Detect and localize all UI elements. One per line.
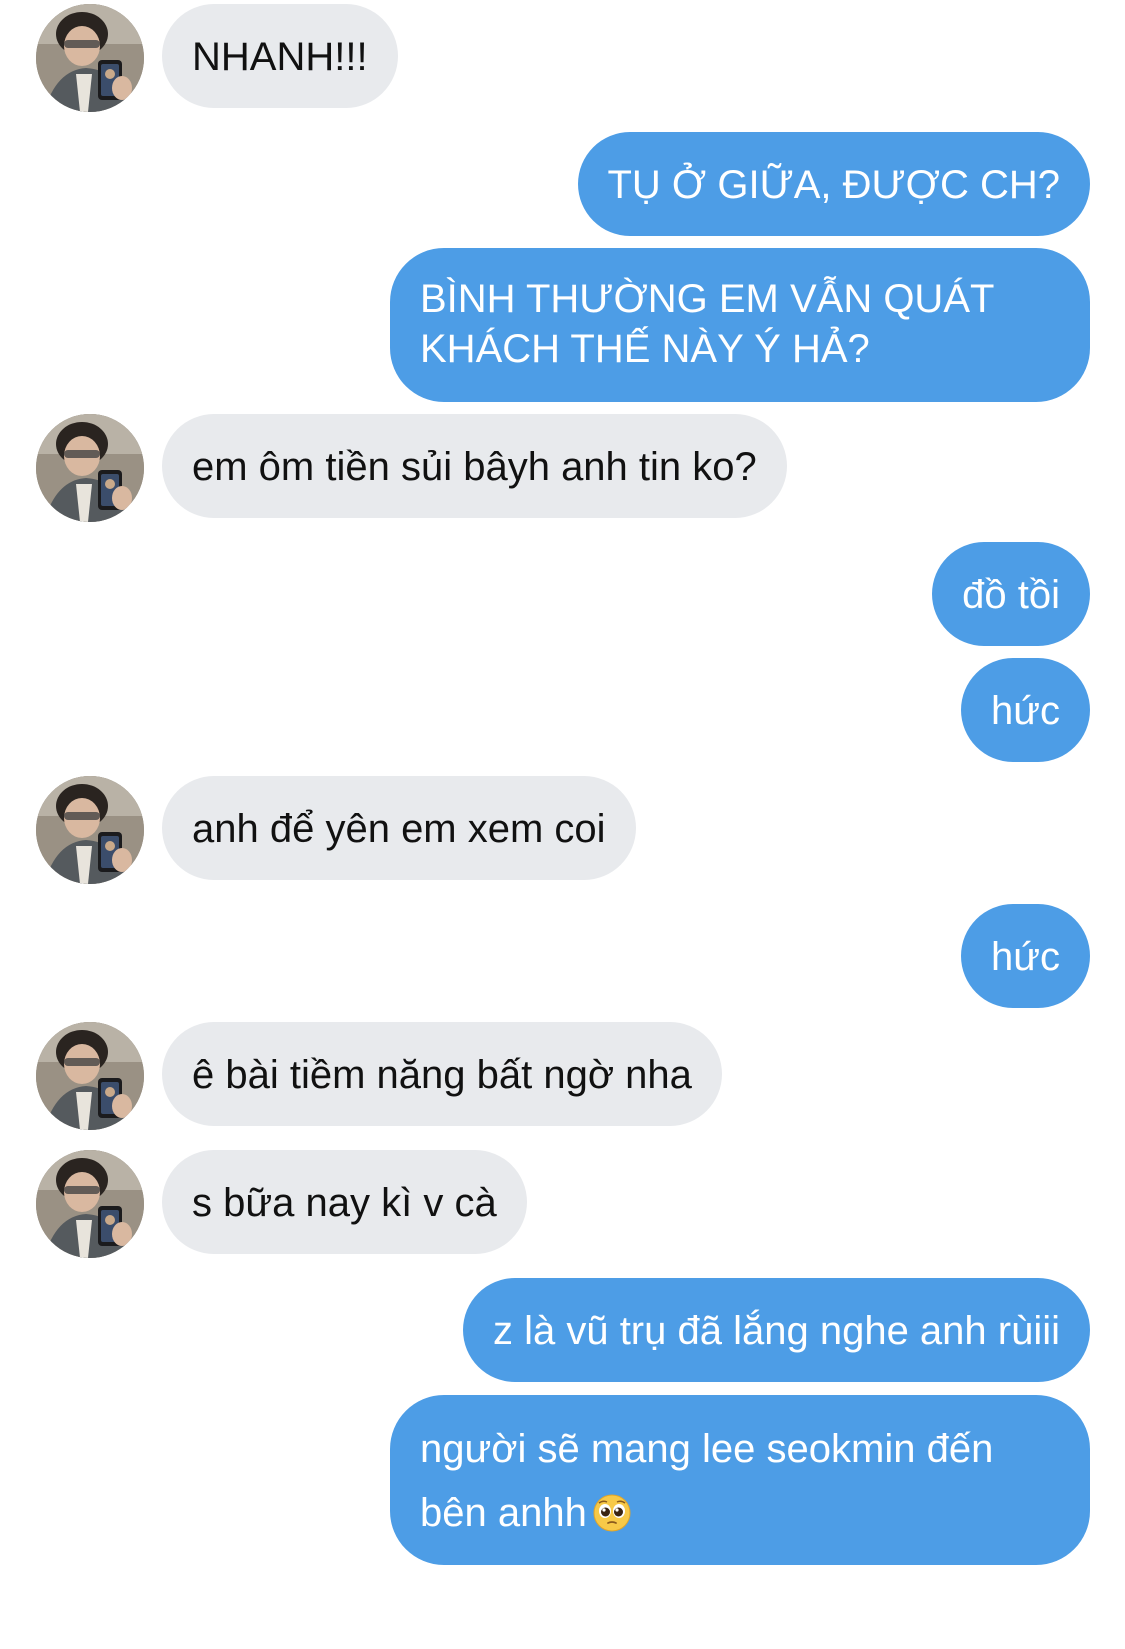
message-text: NHANH!!!	[192, 35, 368, 79]
profile-photo	[36, 1150, 144, 1258]
message-text: ê bài tiềm năng bất ngờ nha	[192, 1053, 692, 1097]
message-text: hức	[990, 689, 1060, 733]
pleading-face-emoji-icon	[593, 1494, 631, 1532]
message-text: s bữa nay kì v cà	[192, 1181, 497, 1225]
message-line: bên anhh	[420, 1481, 1060, 1545]
avatar[interactable]	[36, 1150, 144, 1258]
avatar[interactable]	[36, 4, 144, 112]
message-text: TỤ Ở GIỮA, ĐƯỢC CH?	[607, 163, 1061, 207]
message-text: đồ tồi	[962, 573, 1060, 617]
outgoing-message-bubble[interactable]: người sẽ mang lee seokmin đến bên anhh	[390, 1395, 1090, 1565]
outgoing-message-bubble[interactable]: z là vũ trụ đã lắng nghe anh rùiii	[462, 1278, 1090, 1382]
message-text: bên anhh	[420, 1491, 587, 1535]
profile-photo	[36, 776, 144, 884]
outgoing-message-bubble[interactable]: hức	[960, 658, 1090, 762]
profile-photo	[36, 1022, 144, 1130]
incoming-message-bubble[interactable]: NHANH!!!	[162, 4, 398, 108]
avatar[interactable]	[36, 776, 144, 884]
outgoing-message-bubble[interactable]: đồ tồi	[932, 542, 1090, 646]
outgoing-message-bubble[interactable]: BÌNH THƯỜNG EM VẪN QUÁT KHÁCH THẾ NÀY Ý …	[390, 248, 1090, 402]
incoming-message-bubble[interactable]: ê bài tiềm năng bất ngờ nha	[162, 1022, 722, 1126]
message-text: em ôm tiền sủi bâyh anh tin ko?	[192, 445, 757, 489]
avatar[interactable]	[36, 414, 144, 522]
message-text: z là vũ trụ đã lắng nghe anh rùiii	[492, 1309, 1060, 1353]
message-line: BÌNH THƯỜNG EM VẪN QUÁT	[420, 277, 995, 321]
outgoing-message-bubble[interactable]: hức	[960, 904, 1090, 1008]
incoming-message-bubble[interactable]: s bữa nay kì v cà	[162, 1150, 527, 1254]
outgoing-message-bubble[interactable]: TỤ Ở GIỮA, ĐƯỢC CH?	[577, 132, 1090, 236]
message-line: KHÁCH THẾ NÀY Ý HẢ?	[420, 327, 870, 371]
message-text: anh để yên em xem coi	[192, 807, 606, 851]
message-line: người sẽ mang lee seokmin đến	[420, 1427, 994, 1471]
avatar[interactable]	[36, 1022, 144, 1130]
incoming-message-bubble[interactable]: anh để yên em xem coi	[162, 776, 636, 880]
message-text: hức	[990, 935, 1060, 979]
profile-photo	[36, 414, 144, 522]
incoming-message-bubble[interactable]: em ôm tiền sủi bâyh anh tin ko?	[162, 414, 787, 518]
profile-photo	[36, 4, 144, 112]
